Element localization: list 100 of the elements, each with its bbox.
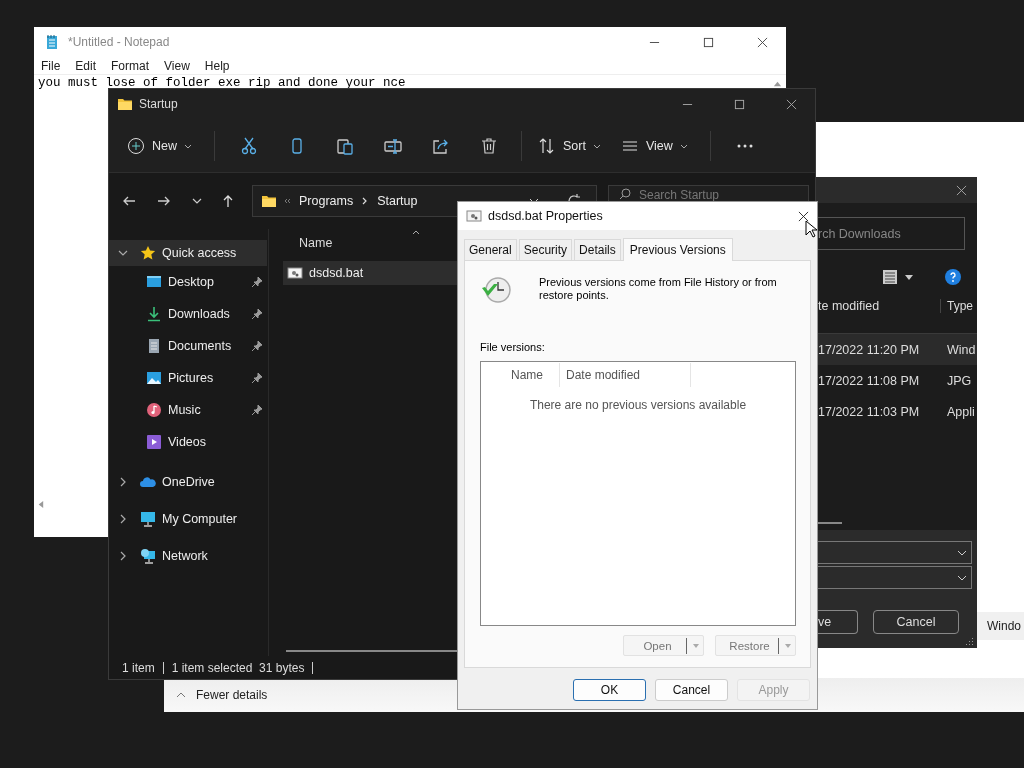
caret-icon xyxy=(692,641,700,650)
download-icon xyxy=(146,306,162,322)
sidebar-label: Network xyxy=(162,549,208,563)
table-cell-text: JPG xyxy=(946,373,972,388)
column-header[interactable]: Name xyxy=(299,236,333,250)
cut-icon[interactable] xyxy=(240,136,258,155)
chevron-icon[interactable] xyxy=(118,248,128,258)
status-text: 1 item xyxy=(122,660,155,675)
new-button[interactable]: New xyxy=(121,132,200,159)
breadcrumb[interactable]: Startup xyxy=(377,194,418,208)
chevron-down-icon[interactable] xyxy=(192,196,202,206)
tab[interactable]: Security xyxy=(518,239,573,260)
close-icon[interactable] xyxy=(786,98,797,110)
sidebar-item[interactable]: Network xyxy=(109,543,267,569)
chevron-icon[interactable] xyxy=(118,477,128,487)
menu-item[interactable]: Format xyxy=(111,58,158,73)
back-icon[interactable] xyxy=(122,194,136,208)
sidebar-item[interactable]: Music xyxy=(109,394,267,426)
pin-icon[interactable] xyxy=(251,404,263,416)
sidebar-item[interactable]: Quick access xyxy=(109,240,267,266)
tab[interactable]: Previous Versions xyxy=(622,238,733,261)
sidebar-label: My Computer xyxy=(162,512,238,526)
cancel-button[interactable]: Cancel xyxy=(873,610,959,634)
rename-icon[interactable] xyxy=(384,136,402,155)
sort-button[interactable]: Sort xyxy=(532,132,609,159)
delete-icon[interactable] xyxy=(480,136,498,155)
column-header: Windo xyxy=(977,612,1024,640)
dialog-button[interactable]: OK xyxy=(573,679,646,701)
sidebar-label: Documents xyxy=(168,339,232,353)
close-icon[interactable] xyxy=(798,210,809,222)
scroll-left-icon[interactable] xyxy=(36,500,45,509)
fewer-details-link[interactable]: Fewer details xyxy=(196,688,268,702)
sidebar-label: Music xyxy=(168,403,201,417)
menu-item[interactable]: Edit xyxy=(75,58,105,73)
image-icon xyxy=(146,370,162,386)
breadcrumb[interactable]: Programs xyxy=(299,194,354,208)
file-row[interactable]: 17/2022 11:08 PM JPG xyxy=(816,365,977,396)
video-icon xyxy=(146,434,162,450)
empty-message: There are no previous versions available xyxy=(528,398,748,412)
search-icon xyxy=(619,188,631,200)
status-text: 1 item selected 31 bytes xyxy=(171,660,305,675)
close-icon[interactable] xyxy=(757,36,768,48)
dropdown[interactable] xyxy=(816,566,972,589)
batch-file-icon xyxy=(466,208,482,224)
forward-icon[interactable] xyxy=(157,194,171,208)
list-view-icon[interactable] xyxy=(882,269,898,285)
caret-icon[interactable] xyxy=(904,272,914,282)
document-icon xyxy=(146,338,162,354)
table-cell-text: 17/2022 11:03 PM xyxy=(817,404,921,419)
maximize-icon[interactable] xyxy=(734,98,745,110)
menu-item[interactable]: File xyxy=(41,58,69,73)
sidebar-item[interactable]: Pictures xyxy=(109,362,267,394)
sidebar-label: Desktop xyxy=(168,275,214,289)
versions-list[interactable]: Name Date modified There are no previous versions available xyxy=(480,361,796,626)
column-header[interactable]: Name xyxy=(481,363,560,387)
paste-icon[interactable] xyxy=(336,136,354,155)
window-title: Startup xyxy=(139,97,178,111)
sidebar-item[interactable]: Videos xyxy=(109,426,267,458)
up-arrow-icon[interactable] xyxy=(221,194,235,208)
menu-item[interactable]: View xyxy=(164,58,198,73)
sort-caret-icon xyxy=(412,229,420,237)
sidebar-item[interactable]: Desktop xyxy=(109,266,267,298)
column-header[interactable]: Date modified xyxy=(560,363,691,387)
clock-arrow-icon xyxy=(480,274,512,306)
file-row[interactable]: 17/2022 11:20 PM Wind xyxy=(816,334,977,365)
tab[interactable]: Details xyxy=(574,239,621,260)
chevron-icon[interactable] xyxy=(118,551,128,561)
sidebar-label: Downloads xyxy=(168,307,230,321)
maximize-icon[interactable] xyxy=(703,36,714,48)
table-cell-text: Wind xyxy=(946,342,976,357)
list-label: File versions: xyxy=(480,341,546,353)
save-button[interactable]: ve xyxy=(816,610,858,634)
info-text: Previous versions come from File History or from restore points. xyxy=(539,275,778,302)
tab[interactable]: General xyxy=(464,239,517,260)
sidebar-item[interactable]: Downloads xyxy=(109,298,267,330)
close-icon[interactable] xyxy=(956,184,967,196)
help-icon[interactable] xyxy=(945,269,961,285)
dialog-button[interactable]: Cancel xyxy=(655,679,728,701)
caret-icon xyxy=(784,641,792,650)
pin-icon[interactable] xyxy=(251,276,263,288)
pin-icon[interactable] xyxy=(251,308,263,320)
view-button[interactable]: View xyxy=(614,132,696,159)
column-header[interactable]: Type xyxy=(940,299,973,313)
scrollbar-thumb[interactable] xyxy=(816,522,842,524)
menu-item[interactable]: Help xyxy=(204,58,238,73)
music-icon xyxy=(146,402,162,418)
sidebar-item[interactable]: Documents xyxy=(109,330,267,362)
dropdown[interactable] xyxy=(816,541,972,564)
sidebar-item[interactable]: My Computer xyxy=(109,506,267,532)
cloud-icon xyxy=(140,474,156,490)
column-header[interactable]: te modified xyxy=(816,299,940,313)
pin-icon[interactable] xyxy=(251,340,263,352)
batch-file-icon xyxy=(287,265,303,281)
star-icon xyxy=(140,245,156,261)
chevron-icon[interactable] xyxy=(118,514,128,524)
pin-icon[interactable] xyxy=(251,372,263,384)
file-row[interactable]: 17/2022 11:03 PM Appli xyxy=(816,396,977,427)
sidebar-item[interactable]: OneDrive xyxy=(109,469,267,495)
resize-grip-icon[interactable] xyxy=(966,637,974,645)
table-cell-text: Appli xyxy=(946,404,975,419)
